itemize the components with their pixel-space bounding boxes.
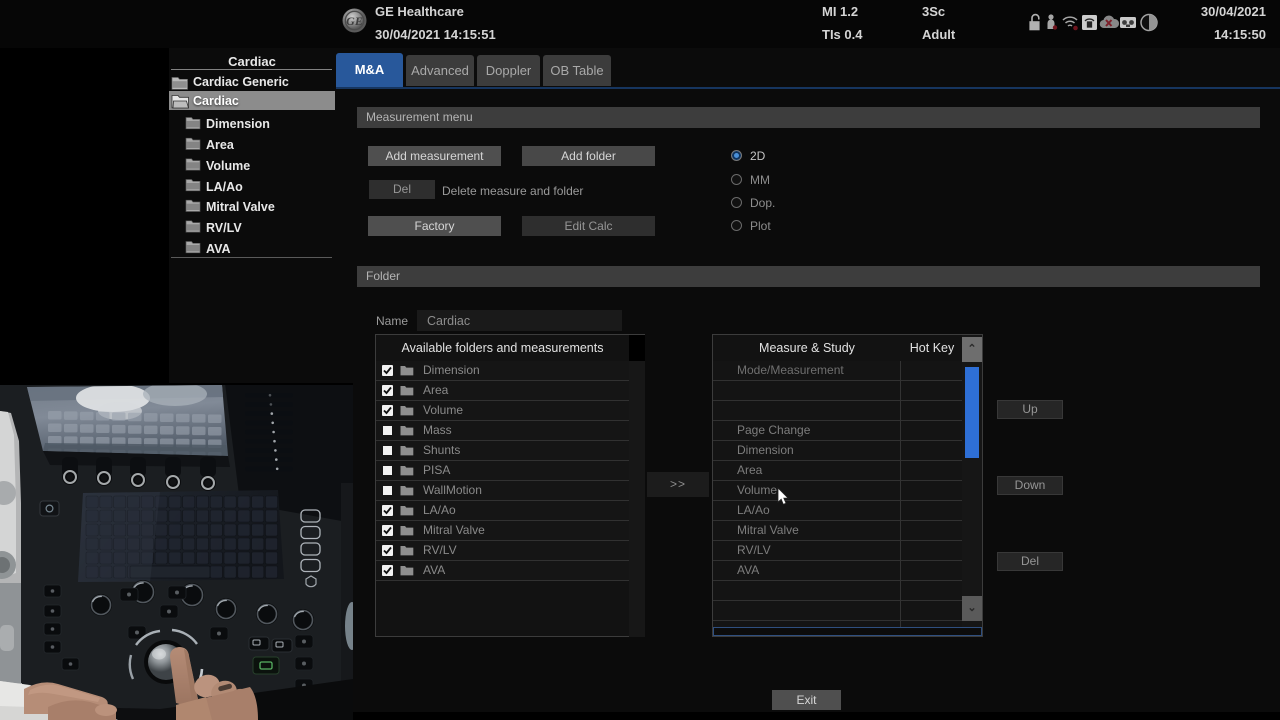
svg-text:GE: GE — [346, 14, 363, 28]
